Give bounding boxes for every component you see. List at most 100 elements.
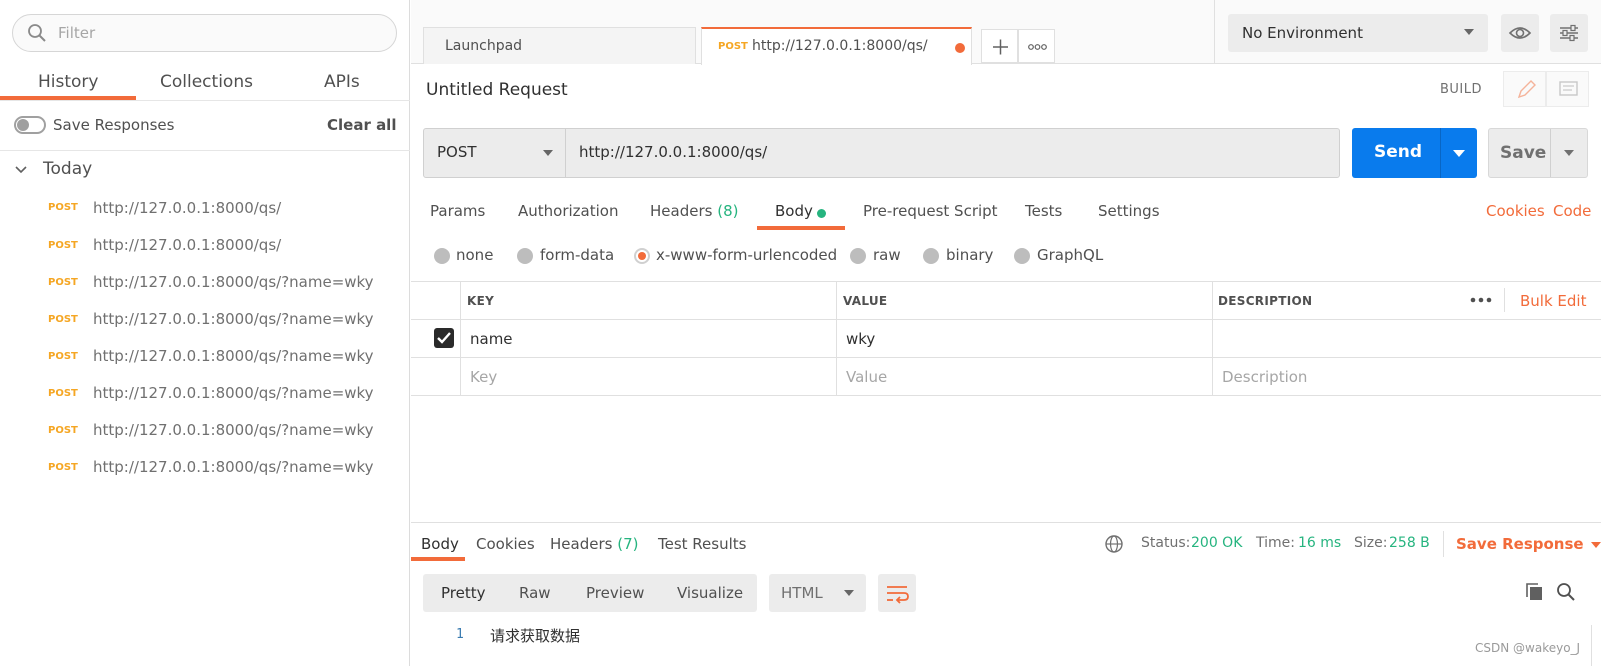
pencil-icon xyxy=(1517,80,1536,99)
history-method: POST xyxy=(48,462,78,473)
radio-graphql[interactable] xyxy=(1014,248,1030,264)
bulk-edit-link[interactable]: Bulk Edit xyxy=(1520,292,1586,310)
tab-authorization[interactable]: Authorization xyxy=(518,202,618,220)
history-url: http://127.0.0.1:8000/qs/ xyxy=(93,199,282,217)
save-response-button[interactable]: Save Response xyxy=(1456,535,1601,553)
row-value[interactable]: wky xyxy=(846,330,875,348)
response-tab-body[interactable]: Body xyxy=(421,535,459,553)
environment-quick-look-button[interactable] xyxy=(1501,14,1539,52)
row-key[interactable]: name xyxy=(470,330,513,348)
comments-button[interactable] xyxy=(1546,71,1589,107)
tab-settings[interactable]: Settings xyxy=(1098,202,1160,220)
save-button[interactable]: Save xyxy=(1488,128,1588,178)
time-value[interactable]: 16 ms xyxy=(1298,535,1341,551)
manage-environments-button[interactable] xyxy=(1550,14,1588,52)
format-visualize[interactable]: Visualize xyxy=(677,584,743,602)
radio-form-data-label[interactable]: form-data xyxy=(540,246,614,264)
save-label: Save xyxy=(1500,143,1547,163)
save-responses-toggle[interactable] xyxy=(14,116,46,134)
caret-down-icon xyxy=(543,150,553,156)
radio-none-label[interactable]: none xyxy=(456,246,493,264)
description-placeholder[interactable]: Description xyxy=(1222,368,1307,386)
tab-prerequest-script[interactable]: Pre-request Script xyxy=(863,202,998,220)
cookies-link[interactable]: Cookies xyxy=(1486,202,1545,220)
tab-headers-label: Headers xyxy=(650,202,713,220)
status-value[interactable]: 200 OK xyxy=(1191,535,1242,551)
check-icon xyxy=(437,332,451,344)
response-tab-cookies[interactable]: Cookies xyxy=(476,535,535,553)
column-header-key: KEY xyxy=(467,294,495,308)
tab-tests[interactable]: Tests xyxy=(1025,202,1062,220)
row-checkbox[interactable] xyxy=(434,328,454,348)
tab-options-button[interactable] xyxy=(1018,29,1055,63)
chevron-down-icon[interactable] xyxy=(14,163,28,177)
sidebar-tab-collections[interactable]: Collections xyxy=(160,72,253,92)
size-value[interactable]: 258 B xyxy=(1389,535,1430,551)
watermark: CSDN @wakeyo_J xyxy=(1475,641,1581,655)
search-icon[interactable] xyxy=(1556,582,1576,602)
radio-raw-label[interactable]: raw xyxy=(873,246,901,264)
build-mode-label: BUILD xyxy=(1440,82,1483,97)
history-url: http://127.0.0.1:8000/qs/?name=wky xyxy=(93,458,374,476)
size-label: Size: xyxy=(1354,535,1388,551)
copy-icon[interactable] xyxy=(1524,582,1544,602)
tab-params[interactable]: Params xyxy=(430,202,485,220)
history-group-today[interactable]: Today xyxy=(43,159,92,179)
format-raw[interactable]: Raw xyxy=(519,584,551,602)
response-tab-test-results[interactable]: Test Results xyxy=(658,535,746,553)
tab-method: POST xyxy=(718,41,748,52)
history-method: POST xyxy=(48,277,78,288)
environment-select[interactable]: No Environment xyxy=(1228,14,1488,52)
globe-icon[interactable] xyxy=(1104,534,1124,554)
response-divider[interactable] xyxy=(411,522,1601,523)
url-input[interactable]: http://127.0.0.1:8000/qs/ xyxy=(565,128,1340,178)
tab-headers[interactable]: Headers (8) xyxy=(650,202,738,220)
format-preview[interactable]: Preview xyxy=(586,584,644,602)
response-body-text[interactable]: 请求获取数据 xyxy=(490,625,580,646)
radio-raw[interactable] xyxy=(850,248,866,264)
code-link[interactable]: Code xyxy=(1553,202,1591,220)
radio-none[interactable] xyxy=(434,248,450,264)
request-title[interactable]: Untitled Request xyxy=(426,80,568,100)
clear-all-button[interactable]: Clear all xyxy=(327,116,396,134)
radio-urlencoded-label[interactable]: x-www-form-urlencoded xyxy=(656,246,837,264)
tab-url: http://127.0.0.1:8000/qs/ xyxy=(752,38,928,54)
radio-binary-label[interactable]: binary xyxy=(946,246,993,264)
more-horizontal-icon[interactable] xyxy=(1470,293,1492,307)
tab-launchpad[interactable]: Launchpad xyxy=(423,27,696,64)
divider xyxy=(0,100,410,101)
plus-icon xyxy=(993,39,1008,55)
response-tab-headers[interactable]: Headers (7) xyxy=(550,535,638,553)
radio-form-data[interactable] xyxy=(517,248,533,264)
language-select[interactable]: HTML xyxy=(769,574,866,612)
sidebar-tab-history[interactable]: History xyxy=(38,72,98,92)
url-value: http://127.0.0.1:8000/qs/ xyxy=(579,143,768,161)
caret-down-icon xyxy=(1590,542,1601,548)
response-tab-headers-label: Headers xyxy=(550,535,613,553)
sidebar-tab-apis[interactable]: APIs xyxy=(324,72,360,92)
caret-down-icon[interactable] xyxy=(1453,150,1465,157)
wrap-lines-button[interactable] xyxy=(878,574,916,612)
history-url: http://127.0.0.1:8000/qs/?name=wky xyxy=(93,310,374,328)
language-value: HTML xyxy=(781,584,823,602)
tab-active-request[interactable]: POST http://127.0.0.1:8000/qs/ xyxy=(701,27,972,65)
history-method: POST xyxy=(48,240,78,251)
scrollbar-track[interactable] xyxy=(1591,625,1592,666)
radio-graphql-label[interactable]: GraphQL xyxy=(1037,246,1103,264)
key-placeholder[interactable]: Key xyxy=(470,368,497,386)
table-border xyxy=(411,395,1601,396)
radio-binary[interactable] xyxy=(923,248,939,264)
divider xyxy=(1504,288,1505,312)
filter-input[interactable]: Filter xyxy=(12,14,397,52)
tab-body[interactable]: Body xyxy=(775,202,813,220)
method-select[interactable]: POST xyxy=(423,128,566,178)
caret-down-icon[interactable] xyxy=(1564,150,1574,156)
value-placeholder[interactable]: Value xyxy=(846,368,887,386)
format-pretty[interactable]: Pretty xyxy=(441,584,486,602)
new-tab-button[interactable] xyxy=(981,29,1018,63)
radio-urlencoded[interactable] xyxy=(634,248,650,264)
send-button[interactable]: Send xyxy=(1352,128,1477,178)
divider xyxy=(1214,0,1215,64)
history-url: http://127.0.0.1:8000/qs/ xyxy=(93,236,282,254)
edit-button[interactable] xyxy=(1503,71,1546,107)
